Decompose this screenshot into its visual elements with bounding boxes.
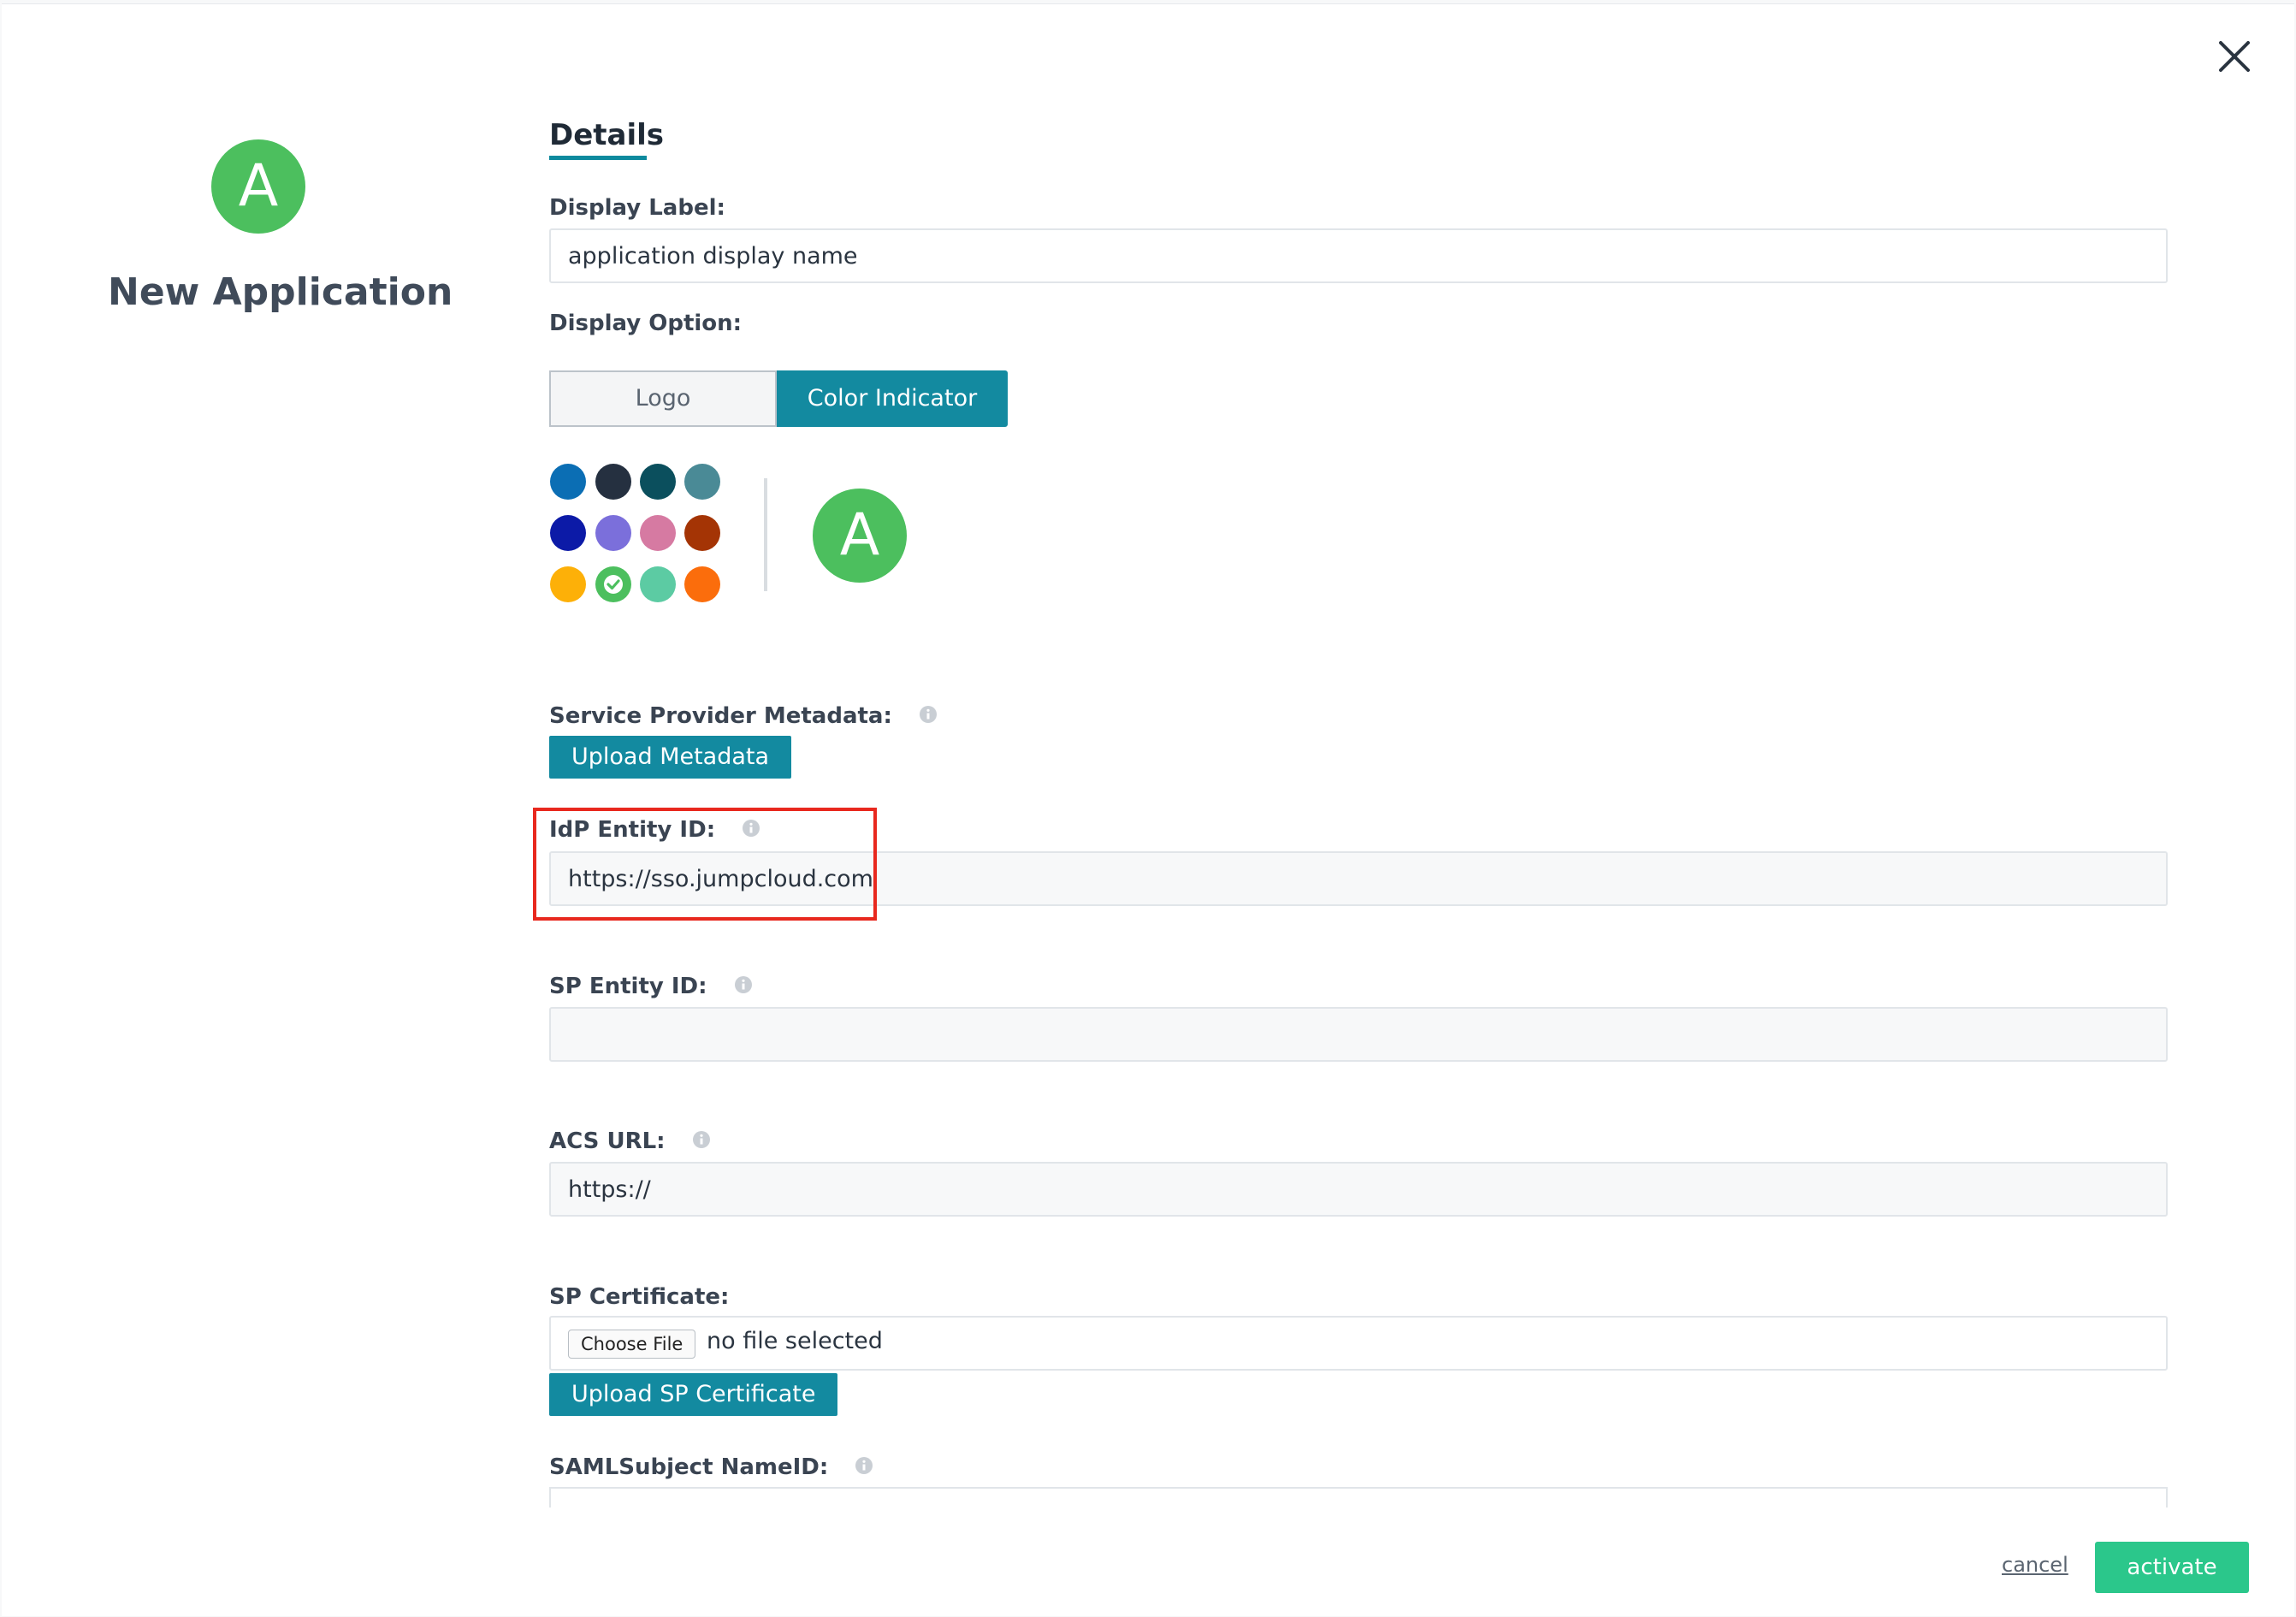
saml-subject-nameid-label-text: SAMLSubject NameID: xyxy=(549,1454,829,1480)
divider xyxy=(764,478,767,591)
display-label-input[interactable] xyxy=(549,228,2168,283)
display-option-label: Display Option: xyxy=(549,311,743,336)
color-swatch-orange[interactable] xyxy=(684,566,720,602)
color-swatch-dark-teal[interactable] xyxy=(640,464,676,500)
display-option-color-indicator[interactable]: Color Indicator xyxy=(777,370,1008,427)
page-title: New Application xyxy=(108,270,453,314)
color-swatch-purple[interactable] xyxy=(595,515,631,551)
choose-file-button[interactable]: Choose File xyxy=(568,1330,696,1359)
color-swatch-blue[interactable] xyxy=(550,464,586,500)
cancel-link[interactable]: cancel xyxy=(2002,1553,2068,1577)
color-preview-avatar: A xyxy=(813,489,907,583)
saml-subject-nameid-select[interactable] xyxy=(549,1487,2168,1507)
activate-button[interactable]: activate xyxy=(2095,1542,2249,1593)
sp-metadata-label: Service Provider Metadata: xyxy=(549,703,938,730)
acs-url-input[interactable] xyxy=(549,1162,2168,1217)
saml-subject-nameid-label: SAMLSubject NameID: xyxy=(549,1454,873,1481)
sp-metadata-label-text: Service Provider Metadata: xyxy=(549,703,892,729)
info-icon[interactable] xyxy=(734,974,753,1000)
color-swatch-rust[interactable] xyxy=(684,515,720,551)
sp-entity-id-label: SP Entity ID: xyxy=(549,974,753,1000)
sp-entity-id-label-text: SP Entity ID: xyxy=(549,974,707,999)
color-swatch-pink[interactable] xyxy=(640,515,676,551)
info-icon[interactable] xyxy=(919,704,938,730)
highlight-annotation-box xyxy=(533,808,877,921)
check-icon xyxy=(604,575,623,594)
tab-details[interactable]: Details xyxy=(549,118,664,152)
sp-certificate-label: SP Certificate: xyxy=(549,1284,730,1310)
tab-active-indicator xyxy=(549,156,647,160)
color-swatch-yellow[interactable] xyxy=(550,566,586,602)
acs-url-label: ACS URL: xyxy=(549,1128,711,1155)
display-option-logo[interactable]: Logo xyxy=(549,370,777,427)
close-icon[interactable] xyxy=(2214,36,2255,77)
app-avatar: A xyxy=(211,139,305,234)
sp-entity-id-input[interactable] xyxy=(549,1007,2168,1062)
info-icon[interactable] xyxy=(855,1455,873,1481)
color-swatch-mint[interactable] xyxy=(640,566,676,602)
color-swatch-dark-slate[interactable] xyxy=(595,464,631,500)
color-swatch-teal[interactable] xyxy=(684,464,720,500)
display-label-label: Display Label: xyxy=(549,195,725,221)
color-swatch-navy[interactable] xyxy=(550,515,586,551)
upload-sp-certificate-button[interactable]: Upload SP Certificate xyxy=(549,1373,838,1416)
file-status-text: no file selected xyxy=(707,1328,883,1354)
upload-metadata-button[interactable]: Upload Metadata xyxy=(549,736,792,779)
sp-certificate-file-input: Choose File no file selected xyxy=(549,1316,2168,1371)
color-swatch-green-selected[interactable] xyxy=(595,566,631,602)
acs-url-label-text: ACS URL: xyxy=(549,1128,666,1154)
info-icon[interactable] xyxy=(692,1129,711,1155)
